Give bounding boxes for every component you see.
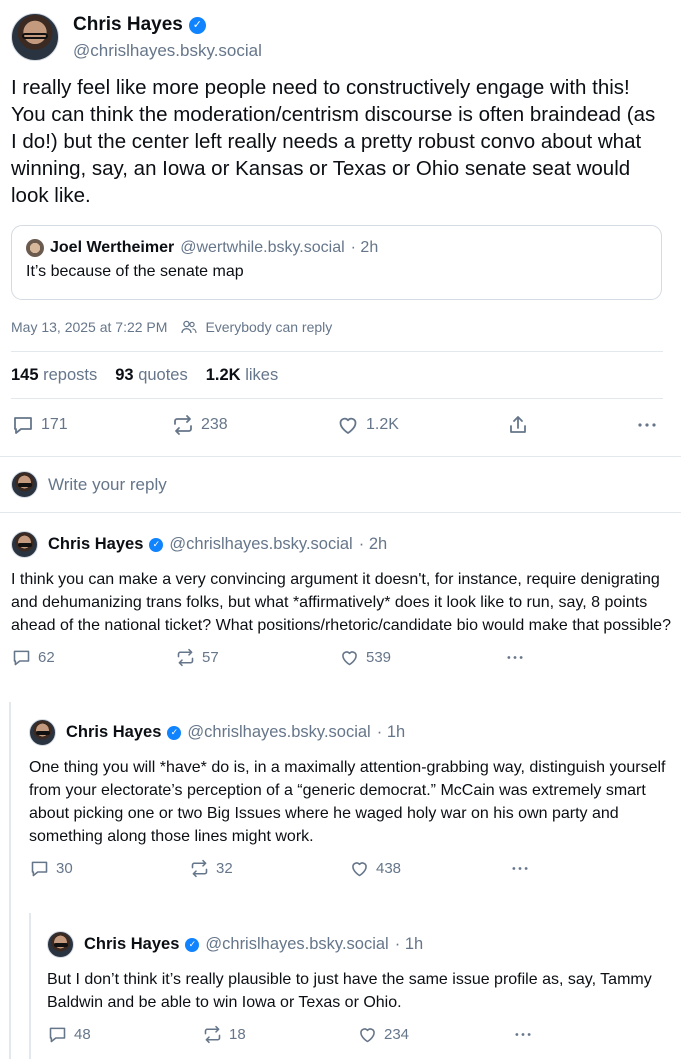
reply-header: Chris Hayes ✓ @chrislhayes.bsky.social ·… (11, 531, 671, 558)
author-name[interactable]: Chris Hayes (73, 14, 183, 36)
repost-button[interactable]: 57 (175, 647, 219, 668)
more-options-button[interactable] (512, 1024, 534, 1045)
reply-actions: 62 57 539 (11, 647, 671, 669)
heart-icon (352, 862, 367, 877)
reposts-stat[interactable]: 145 reposts (11, 366, 97, 385)
like-button[interactable]: 234 (357, 1024, 409, 1045)
thread-line (9, 702, 11, 1059)
heart-icon (360, 1028, 375, 1043)
more-options-button[interactable] (635, 413, 659, 437)
thread-line (29, 913, 31, 1059)
quoted-post-header: Joel Wertheimer @wertwhile.bsky.social ·… (26, 239, 647, 257)
repost-icon (191, 859, 208, 878)
post-meta: May 13, 2025 at 7:22 PM Everybody can re… (11, 319, 332, 335)
post-actions: 171 238 1.2K (11, 413, 663, 441)
verified-check-icon: ✓ (185, 937, 200, 952)
reply-post[interactable]: Chris Hayes ✓ @chrislhayes.bsky.social ·… (47, 931, 671, 1046)
reply-icon (14, 417, 32, 434)
like-button[interactable]: 438 (349, 858, 401, 879)
reply-text: I think you can make a very convincing a… (11, 571, 671, 634)
divider (11, 398, 663, 399)
reply-text: But I don’t think it’s really plausible … (47, 971, 652, 1011)
more-icon (515, 1033, 531, 1036)
quoted-author-avatar (26, 239, 44, 257)
quoted-author-handle: @wertwhile.bsky.social (180, 239, 345, 256)
author-handle[interactable]: @chrislhayes.bsky.social (187, 723, 370, 742)
reply-post[interactable]: Chris Hayes ✓ @chrislhayes.bsky.social ·… (29, 719, 669, 880)
repost-icon (204, 1025, 221, 1044)
author-name-row[interactable]: Chris Hayes ✓ (73, 14, 206, 36)
more-options-button[interactable] (509, 858, 531, 879)
repost-button[interactable]: 32 (189, 858, 233, 879)
post-time: · 1h (394, 935, 424, 953)
more-icon (507, 656, 523, 659)
reply-actions: 48 18 234 (47, 1024, 671, 1046)
reply-text: One thing you will *have* do is, in a ma… (29, 759, 666, 845)
verified-check-icon: ✓ (149, 537, 164, 552)
heart-icon (342, 651, 357, 666)
reply-input[interactable]: Write your reply (48, 475, 167, 495)
repost-button[interactable]: 238 (171, 413, 228, 437)
author-handle[interactable]: @chrislhayes.bsky.social (169, 535, 352, 554)
reply-composer[interactable]: Write your reply (11, 471, 167, 498)
more-icon (638, 423, 656, 427)
quoted-post[interactable]: Joel Wertheimer @wertwhile.bsky.social ·… (11, 225, 662, 300)
people-icon (181, 320, 198, 334)
author-avatar[interactable] (11, 13, 59, 61)
post-text: I really feel like more people need to c… (11, 76, 656, 207)
quoted-post-time: · 2h (350, 239, 379, 256)
verified-check-icon: ✓ (167, 725, 182, 740)
author-name[interactable]: Chris Hayes (48, 535, 143, 554)
post-time: · 1h (376, 723, 406, 741)
divider (0, 456, 681, 457)
author-handle[interactable]: @chrislhayes.bsky.social (205, 935, 388, 954)
more-options-button[interactable] (504, 647, 526, 668)
repost-button[interactable]: 18 (202, 1024, 246, 1045)
reply-header: Chris Hayes ✓ @chrislhayes.bsky.social ·… (47, 931, 671, 958)
author-avatar[interactable] (29, 719, 56, 746)
post-time: · 2h (358, 535, 388, 553)
repost-icon (174, 415, 192, 435)
like-button[interactable]: 1.2K (336, 413, 399, 437)
likes-stat[interactable]: 1.2K likes (206, 366, 278, 385)
reply-header: Chris Hayes ✓ @chrislhayes.bsky.social ·… (29, 719, 669, 746)
divider (0, 512, 681, 513)
like-button[interactable]: 539 (339, 647, 391, 668)
author-name[interactable]: Chris Hayes (84, 935, 179, 954)
quoted-author-name: Joel Wertheimer (50, 239, 175, 256)
quotes-stat[interactable]: 93 quotes (115, 366, 188, 385)
repost-icon (177, 648, 194, 667)
author-avatar[interactable] (11, 531, 38, 558)
post-timestamp: May 13, 2025 at 7:22 PM (11, 319, 168, 335)
author-name[interactable]: Chris Hayes (66, 723, 161, 742)
heart-icon (339, 417, 357, 434)
reply-actions: 30 32 438 (29, 858, 669, 880)
reply-button[interactable]: 48 (47, 1024, 91, 1045)
share-button[interactable] (506, 413, 530, 437)
reply-button[interactable]: 62 (11, 647, 55, 668)
reply-button[interactable]: 30 (29, 858, 73, 879)
verified-check-icon: ✓ (188, 16, 206, 34)
reply-icon (13, 650, 30, 666)
more-icon (512, 867, 528, 870)
reply-permission[interactable]: Everybody can reply (205, 319, 332, 335)
author-handle[interactable]: @chrislhayes.bsky.social (73, 41, 262, 61)
current-user-avatar (11, 471, 38, 498)
divider (11, 351, 663, 352)
author-avatar[interactable] (47, 931, 74, 958)
share-icon (510, 416, 526, 433)
reply-post[interactable]: Chris Hayes ✓ @chrislhayes.bsky.social ·… (11, 531, 671, 669)
post-stats: 145 reposts 93 quotes 1.2K likes (11, 366, 278, 385)
quoted-post-text: It’s because of the senate map (26, 263, 244, 280)
reply-icon (31, 861, 48, 877)
reply-button[interactable]: 171 (11, 413, 68, 437)
reply-icon (49, 1027, 66, 1043)
